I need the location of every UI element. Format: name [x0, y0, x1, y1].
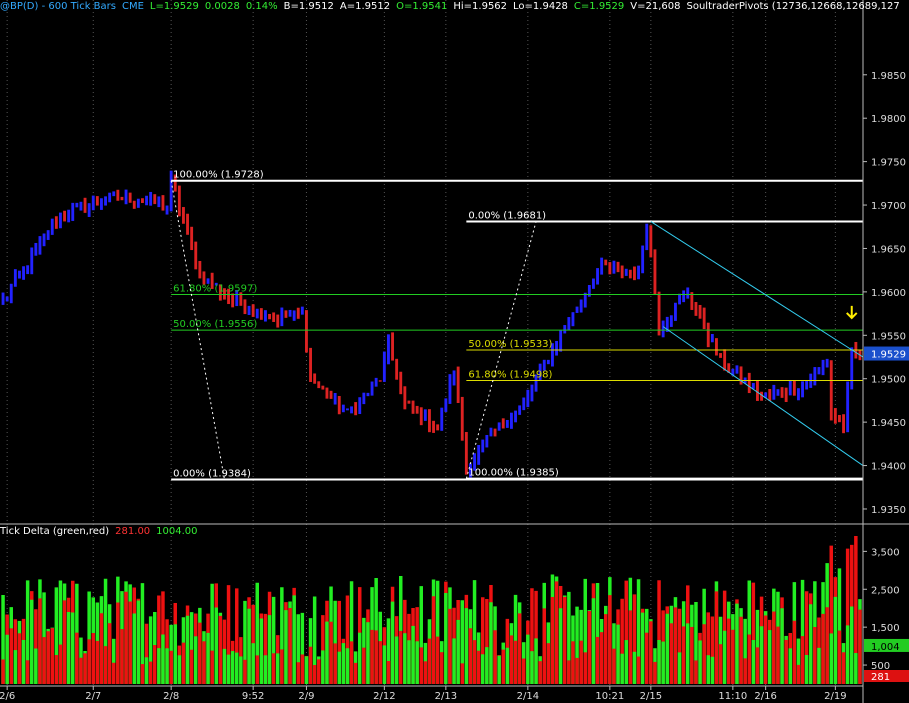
- tick-delta-bars: [1, 535, 862, 684]
- time-tick-label: 9:52: [242, 691, 264, 702]
- price-tick-label: 1.9700: [871, 201, 906, 212]
- price-chart: 100.00% (1.9728) 61.80% (1.9597) 50.00% (1…: [0, 0, 909, 703]
- channel-line: [662, 326, 864, 466]
- time-tick-label: 2/6: [0, 691, 15, 702]
- time-tick-label: 11:10: [718, 691, 747, 702]
- exchange-label: CME: [121, 1, 144, 12]
- delta-tick-label: 2,500: [871, 585, 900, 596]
- trend-channel: [650, 221, 864, 466]
- channel-line: [650, 221, 864, 358]
- chart-header: @BP(D) - 600 Tick Bars CME L=1.9529 0.0028 0…: [0, 1, 906, 15]
- price-tick-label: 1.9450: [871, 418, 906, 429]
- close-price: C=1.9529: [573, 1, 625, 12]
- ask-price: A=1.9512: [339, 1, 391, 12]
- fib-level-label: 100.00% (1.9385): [468, 468, 559, 479]
- price-tick-label: 1.9500: [871, 375, 906, 386]
- time-tick-label: 2/7: [85, 691, 101, 702]
- price-bars: [1, 170, 862, 478]
- price-tick-label: 1.9850: [871, 71, 906, 82]
- time-tick-label: 10:21: [595, 691, 624, 702]
- delta-tick-label: 1,500: [871, 623, 900, 634]
- fib-level-label: 50.00% (1.9556): [173, 319, 257, 330]
- down-arrow-icon: [846, 305, 858, 320]
- price-tick-label: 1.9400: [871, 462, 906, 473]
- fib-level-label: 61.80% (1.9597): [173, 283, 257, 294]
- delta-green-tag-label: 1,004: [871, 642, 900, 653]
- indicator-name[interactable]: Tick Delta (green,red): [0, 526, 109, 537]
- price-tick-label: 1.9350: [871, 505, 906, 516]
- indicator-green-value: 1004.00: [156, 526, 198, 537]
- last-price: L=1.9529: [149, 1, 199, 12]
- delta-red-tag-label: 281: [871, 672, 890, 683]
- fib-level-label: 50.00% (1.9533): [468, 339, 552, 350]
- pivots-label: SoultraderPivots (12736,12668,12689,127: [686, 1, 900, 12]
- last-price-tag-label: 1.9529: [871, 350, 906, 361]
- symbol-label[interactable]: @BP(D) - 600 Tick Bars: [0, 1, 116, 12]
- time-tick-label: 2/8: [163, 691, 179, 702]
- indicator-header: Tick Delta (green,red) 281.00 1004.00: [0, 526, 204, 540]
- time-tick-label: 2/15: [640, 691, 662, 702]
- price-tick-label: 1.9750: [871, 158, 906, 169]
- time-tick-label: 2/13: [435, 691, 457, 702]
- time-tick-label: 2/9: [298, 691, 314, 702]
- bid-price: B=1.9512: [283, 1, 334, 12]
- net-change: 0.0028: [204, 1, 240, 12]
- volume: V=21,608: [630, 1, 681, 12]
- pct-change: 0.14%: [245, 1, 278, 12]
- price-tick-label: 1.9550: [871, 331, 906, 342]
- delta-tick-label: 3,500: [871, 547, 900, 558]
- fib-level-label: 0.00% (1.9681): [468, 211, 546, 222]
- price-tick-label: 1.9650: [871, 244, 906, 255]
- fib-level-label: 100.00% (1.9728): [173, 170, 264, 181]
- fib-level-label: 0.00% (1.9384): [173, 468, 251, 479]
- low-price: Lo=1.9428: [513, 1, 568, 12]
- price-tick-label: 1.9800: [871, 114, 906, 125]
- high-price: Hi=1.9562: [453, 1, 508, 12]
- fibonacci-retracements: 100.00% (1.9728) 61.80% (1.9597) 50.00% (1…: [170, 170, 863, 481]
- indicator-red-value: 281.00: [115, 526, 151, 537]
- fib-level-label: 61.80% (1.9498): [468, 369, 552, 380]
- grid-lines: [6, 0, 836, 686]
- open-price: O=1.9541: [396, 1, 448, 12]
- time-tick-label: 2/19: [824, 691, 846, 702]
- time-tick-label: 2/16: [754, 691, 776, 702]
- time-axis: 2/6 2/7 2/8 9:52 2/9 2/12 2/13 2/14 10:21 2/15 11:…: [0, 686, 847, 702]
- time-tick-label: 2/12: [373, 691, 395, 702]
- price-tick-label: 1.9600: [871, 288, 906, 299]
- time-tick-label: 2/14: [517, 691, 539, 702]
